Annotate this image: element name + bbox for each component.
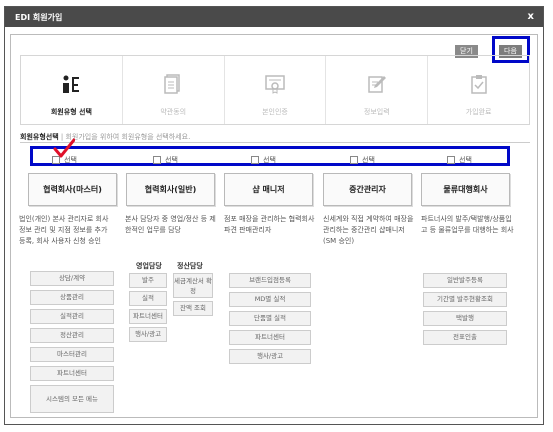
option-checkbox-shop-manager[interactable]: 선택 bbox=[251, 155, 276, 165]
type-description: 파트너사의 발주/택발행/상품입고 등 물류업무를 대행하는 회사 bbox=[421, 215, 514, 234]
menu-chip: 행사/광고 bbox=[229, 349, 311, 364]
close-icon[interactable]: x bbox=[528, 11, 534, 22]
menu-chip: 실적 bbox=[129, 291, 167, 306]
type-description: 법인(개인) 본사 관리자로 회사 정보 관리 및 지점 정보를 추가 등록, … bbox=[19, 215, 109, 245]
type-button-partner-master[interactable]: 협력회사(마스터) bbox=[28, 173, 117, 206]
checkmark-icon bbox=[53, 138, 75, 158]
step-label: 본인인증 bbox=[262, 108, 288, 116]
type-button-logistics[interactable]: 물류대행회사 bbox=[421, 173, 510, 206]
type-description: 신세계와 직접 계약하여 매장을 관리하는 중간관리 샵매니저 (SM 승인) bbox=[323, 215, 414, 245]
settlement-staff-header: 정산담당 bbox=[177, 262, 203, 270]
step-label: 약관동의 bbox=[160, 108, 187, 116]
title-bar: EDI 회원가입 x bbox=[5, 7, 543, 27]
menu-chip: 시스템의 모든 메뉴 bbox=[30, 385, 114, 413]
menu-chip: 잔액 조회 bbox=[173, 301, 213, 316]
checkbox-label: 선택 bbox=[362, 156, 375, 164]
certificate-icon bbox=[265, 75, 285, 94]
menu-chip: 세금계산서 확정 bbox=[173, 273, 213, 298]
menu-chip: 발주 bbox=[129, 273, 167, 288]
step-complete: 가입완료 bbox=[428, 56, 529, 124]
menu-chip: 파트너센터 bbox=[30, 366, 114, 381]
menu-chip: 파트너센터 bbox=[229, 330, 311, 345]
person-info-icon bbox=[63, 75, 80, 93]
menu-chip: 파트너센터 bbox=[129, 309, 167, 324]
menu-chip: 브랜드입점등록 bbox=[229, 273, 311, 288]
step-verification: 본인인증 bbox=[225, 56, 327, 124]
menu-chip: 실적관리 bbox=[30, 309, 114, 324]
signup-window: EDI 회원가입 x 닫기 다음 회원유형 선택 약관동의 본인인증 정보입력 bbox=[4, 6, 544, 425]
clipboard-check-icon bbox=[470, 75, 487, 94]
option-checkbox-logistics[interactable]: 선택 bbox=[447, 155, 472, 165]
menu-chip: 상담/계약 bbox=[30, 271, 114, 286]
step-label: 가입완료 bbox=[465, 108, 492, 116]
menu-chip: 택발행 bbox=[423, 311, 507, 326]
section-hint: 회원가입을 위하여 회원유형을 선택하세요. bbox=[65, 133, 191, 141]
step-label: 정보입력 bbox=[363, 108, 390, 116]
menu-chip: 마스터관리 bbox=[30, 347, 114, 362]
step-info-input: 정보입력 bbox=[326, 56, 429, 124]
step-label: 회원유형 선택 bbox=[50, 108, 92, 116]
content-panel: 닫기 다음 회원유형 선택 약관동의 본인인증 정보입력 가입완료 회원유형선택… bbox=[10, 34, 538, 418]
menu-chip: 일반발주등록 bbox=[423, 273, 507, 288]
type-button-middle-manager[interactable]: 중간관리자 bbox=[323, 173, 412, 206]
step-indicator: 회원유형 선택 약관동의 본인인증 정보입력 가입완료 bbox=[20, 55, 530, 125]
document-icon bbox=[164, 74, 180, 94]
menu-chip: 기간별 발주현황조회 bbox=[423, 292, 507, 307]
section-divider bbox=[20, 142, 530, 143]
menu-chip: 정산관리 bbox=[30, 328, 114, 343]
checkbox-label: 선택 bbox=[263, 156, 276, 164]
menu-chip: 행사/광고 bbox=[129, 327, 167, 342]
option-checkbox-general[interactable]: 선택 bbox=[153, 155, 178, 165]
type-description: 점포 매장을 관리하는 협력회사 파견 판매관리자 bbox=[224, 215, 315, 234]
menu-chip: 단품별 실적 bbox=[229, 311, 311, 326]
menu-chip: MD별 실적 bbox=[229, 292, 311, 307]
write-icon bbox=[368, 76, 386, 93]
type-button-partner-general[interactable]: 협력회사(일반) bbox=[126, 173, 215, 206]
type-description: 본사 담당자 중 영업/정산 등 제한적인 업무를 담당 bbox=[125, 215, 216, 234]
step-terms: 약관동의 bbox=[123, 56, 225, 124]
checkbox-label: 선택 bbox=[459, 156, 472, 164]
option-checkbox-middle-manager[interactable]: 선택 bbox=[350, 155, 375, 165]
menu-chip: 상품관리 bbox=[30, 290, 114, 305]
menu-chip: 전표인출 bbox=[423, 330, 507, 345]
section-header: 회원유형선택 | 회원가입을 위하여 회원유형을 선택하세요. bbox=[20, 132, 190, 142]
step-member-type: 회원유형 선택 bbox=[21, 56, 123, 124]
checkbox-label: 선택 bbox=[165, 156, 178, 164]
type-button-shop-manager[interactable]: 샵 매니저 bbox=[224, 173, 313, 206]
window-title: EDI 회원가입 bbox=[15, 13, 63, 22]
sales-staff-header: 영업담당 bbox=[136, 262, 162, 270]
